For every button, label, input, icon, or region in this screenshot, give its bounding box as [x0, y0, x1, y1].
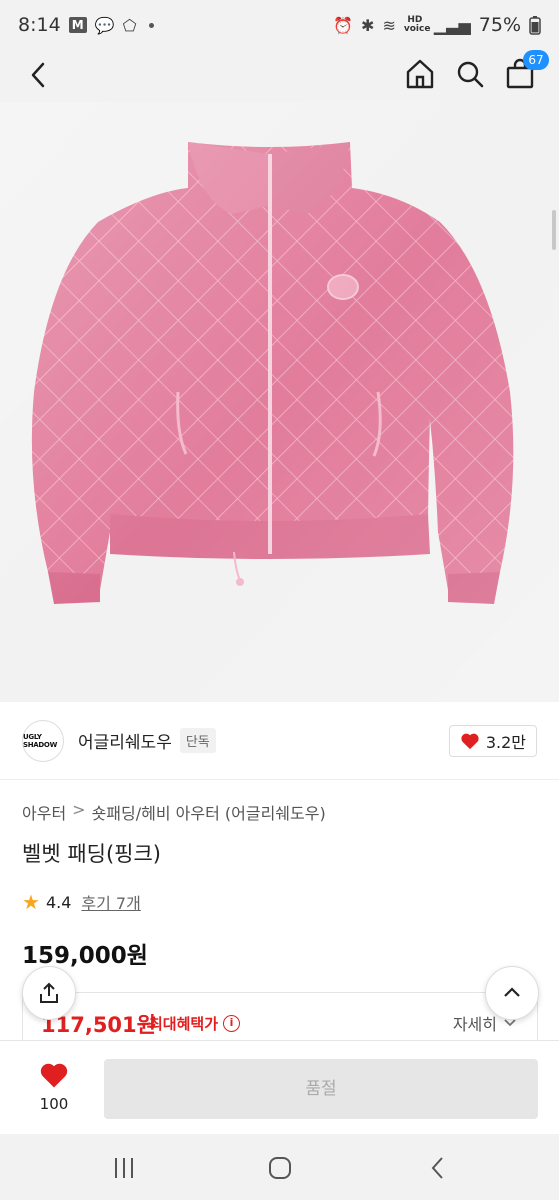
product-image[interactable] [0, 102, 559, 702]
android-nav-bar [0, 1134, 559, 1200]
recent-apps-icon [115, 1158, 133, 1178]
heart-filled-icon [40, 1063, 68, 1088]
sold-out-button[interactable]: 품절 [104, 1059, 538, 1119]
rating-value: 4.4 [45, 892, 72, 912]
benefit-detail-label: 자세히 [452, 1015, 497, 1034]
battery-icon [529, 16, 541, 35]
home-nav-button[interactable] [265, 1154, 295, 1182]
tag-icon: ⬠ [122, 15, 137, 35]
gmail-icon: M [68, 17, 87, 33]
breadcrumb-separator: > [72, 800, 86, 819]
bluetooth-icon: ✱ [361, 15, 375, 35]
wishlist-button[interactable]: 100 [28, 1061, 80, 1113]
star-icon: ★ [22, 890, 40, 914]
notification-dot-icon [148, 22, 154, 28]
hd-voice-icon: HD voice [403, 15, 431, 34]
top-nav: 67 [0, 50, 559, 102]
review-link[interactable]: 후기 7개 [81, 890, 140, 914]
product-title: 벨벳 패딩(핑크) [22, 842, 161, 866]
alarm-icon: ⏰ [333, 15, 354, 35]
brand-logo[interactable]: UGLY SHADOW [22, 719, 64, 762]
benefit-label-text: 최대혜택가 [149, 1015, 219, 1033]
back-nav-button[interactable] [424, 1154, 454, 1182]
brand-like-count: 3.2만 [485, 732, 526, 752]
cart-count-badge: 67 [523, 50, 549, 70]
recent-apps-button[interactable] [110, 1154, 140, 1182]
breadcrumb-category[interactable]: 숏패딩/헤비 아우터 (어글리쉐도우) [92, 800, 326, 824]
chat-icon: 💬 [94, 15, 115, 35]
benefit-label: 최대혜택가 i [149, 1013, 241, 1034]
chevron-left-icon [31, 62, 45, 88]
home-icon [406, 59, 434, 89]
share-icon [40, 982, 58, 1003]
heart-icon [461, 733, 479, 749]
scrollbar-thumb[interactable] [552, 210, 556, 250]
back-arrow-icon [431, 1157, 443, 1179]
info-icon[interactable]: i [223, 1015, 241, 1032]
signal-icon: ▁▃▅ [433, 15, 471, 35]
status-bar: 8:14 M 💬 ⬠ ⏰ ✱ ≋ HD voice ▁▃▅ 75% [0, 0, 559, 50]
pink-velvet-jacket-image [0, 102, 559, 702]
home-circle-icon [269, 1157, 291, 1179]
share-button[interactable] [22, 966, 76, 1020]
search-icon [457, 61, 484, 88]
brand-name[interactable]: 어글리쉐도우 [78, 728, 172, 753]
brand-logo-text: UGLY SHADOW [23, 732, 57, 749]
brand-like-button[interactable]: 3.2만 [448, 724, 537, 757]
wishlist-count: 100 [39, 1095, 69, 1113]
rating-row: ★ 4.4 후기 7개 [22, 890, 141, 914]
scroll-top-button[interactable] [485, 966, 539, 1020]
chevron-up-icon [504, 987, 520, 997]
battery-percent: 75% [478, 14, 521, 36]
product-price: 159,000원 [22, 943, 148, 969]
brand-row: UGLY SHADOW 어글리쉐도우 단독 3.2만 [0, 702, 559, 780]
breadcrumb: 아우터 > 숏패딩/헤비 아우터 (어글리쉐도우) [22, 800, 326, 824]
bottom-action-bar: 100 품절 [0, 1040, 559, 1134]
home-button[interactable] [405, 58, 435, 90]
back-button[interactable] [24, 60, 54, 90]
breadcrumb-outer[interactable]: 아우터 [22, 800, 66, 824]
search-button[interactable] [455, 58, 485, 90]
cart-button[interactable]: 67 [505, 50, 549, 90]
exclusive-tag: 단독 [179, 728, 216, 753]
status-time: 8:14 [18, 14, 61, 36]
wifi-icon: ≋ [382, 15, 396, 35]
